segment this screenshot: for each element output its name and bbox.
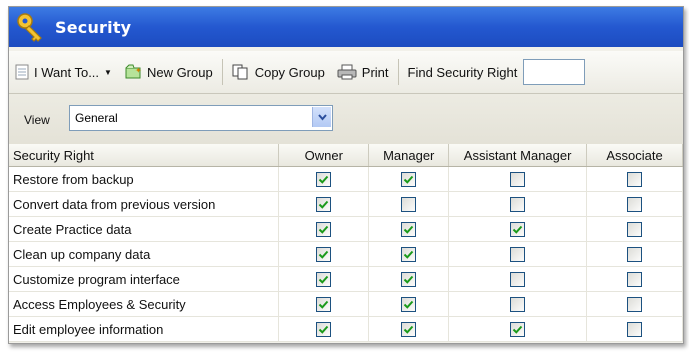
printer-icon [337, 64, 357, 80]
column-header-owner[interactable]: Owner [278, 144, 370, 167]
new-group-icon: ✦ [125, 64, 142, 79]
assistant-manager-checkbox[interactable] [510, 297, 526, 313]
i-want-to-label: I Want To... [34, 64, 100, 80]
security-right-name: Customize program interface [9, 266, 280, 292]
table-body: Restore from backup Convert data from pr… [9, 166, 683, 342]
associate-checkbox[interactable] [627, 222, 643, 238]
security-right-name: Clean up company data [9, 241, 280, 267]
key-icon [17, 13, 42, 42]
print-button[interactable]: Print [331, 57, 395, 87]
copy-icon [232, 64, 248, 80]
chevron-down-icon [317, 113, 327, 121]
copy-group-button[interactable]: Copy Group [226, 57, 331, 87]
view-select[interactable]: General [69, 105, 333, 131]
security-right-name: Restore from backup [9, 166, 280, 192]
table-row: Customize program interface [9, 266, 683, 292]
column-header-manager[interactable]: Manager [368, 144, 450, 167]
security-right-name: Create Practice data [9, 216, 280, 242]
new-group-button[interactable]: ✦ New Group [118, 57, 219, 87]
manager-checkbox[interactable] [401, 222, 417, 238]
owner-checkbox[interactable] [316, 247, 332, 263]
associate-checkbox[interactable] [627, 297, 643, 313]
associate-checkbox[interactable] [627, 172, 643, 188]
table-row: Edit employee information [9, 316, 683, 342]
manager-checkbox[interactable] [401, 322, 417, 338]
window-title: Security [55, 17, 132, 37]
table-row: Clean up company data [9, 241, 683, 267]
dropdown-caret-icon: ▼ [104, 67, 112, 77]
owner-checkbox[interactable] [316, 272, 332, 288]
column-header-security-right[interactable]: Security Right [9, 144, 280, 167]
owner-checkbox[interactable] [316, 322, 332, 338]
view-bar: View General [9, 94, 683, 145]
table-header-row: Security Right Owner Manager Assistant M… [9, 144, 683, 167]
assistant-manager-checkbox[interactable] [510, 197, 526, 213]
manager-checkbox[interactable] [401, 272, 417, 288]
view-selected-value: General [75, 111, 118, 125]
print-label: Print [361, 64, 389, 80]
security-right-name: Convert data from previous version [9, 191, 280, 217]
find-security-right: Find Security Right [402, 57, 592, 87]
document-icon [15, 64, 29, 80]
table-row: Convert data from previous version [9, 191, 683, 217]
manager-checkbox[interactable] [401, 197, 417, 213]
associate-checkbox[interactable] [627, 322, 643, 338]
manager-checkbox[interactable] [401, 172, 417, 188]
title-bar: Security [9, 7, 683, 47]
assistant-manager-checkbox[interactable] [510, 322, 526, 338]
manager-checkbox[interactable] [401, 247, 417, 263]
toolbar-separator [221, 59, 223, 85]
dropdown-button[interactable] [312, 107, 331, 127]
toolbar: I Want To... ▼ ✦ New Group Copy Group Pr… [9, 51, 683, 94]
new-group-label: New Group [146, 64, 213, 80]
owner-checkbox[interactable] [316, 197, 332, 213]
copy-group-label: Copy Group [254, 64, 325, 80]
find-security-right-label: Find Security Right [407, 64, 518, 80]
owner-checkbox[interactable] [316, 172, 332, 188]
security-right-name: Edit employee information [9, 316, 280, 342]
assistant-manager-checkbox[interactable] [510, 172, 526, 188]
find-security-right-input[interactable] [523, 59, 586, 85]
column-header-assistant-manager[interactable]: Assistant Manager [448, 144, 588, 167]
assistant-manager-checkbox[interactable] [510, 247, 526, 263]
table-row: Restore from backup [9, 166, 683, 192]
associate-checkbox[interactable] [627, 247, 643, 263]
table-row: Access Employees & Security [9, 291, 683, 317]
associate-checkbox[interactable] [627, 272, 643, 288]
assistant-manager-checkbox[interactable] [510, 222, 526, 238]
view-label: View [24, 113, 50, 127]
i-want-to-menu[interactable]: I Want To... ▼ [9, 57, 118, 87]
manager-checkbox[interactable] [401, 297, 417, 313]
owner-checkbox[interactable] [316, 222, 332, 238]
svg-text:✦: ✦ [135, 66, 142, 75]
assistant-manager-checkbox[interactable] [510, 272, 526, 288]
associate-checkbox[interactable] [627, 197, 643, 213]
security-window: Security I Want To... ▼ ✦ New Group Copy… [8, 6, 684, 344]
table-row: Create Practice data [9, 216, 683, 242]
security-rights-table: Security Right Owner Manager Assistant M… [9, 144, 683, 342]
toolbar-separator [397, 59, 399, 85]
security-right-name: Access Employees & Security [9, 291, 280, 317]
column-header-associate[interactable]: Associate [586, 144, 683, 167]
owner-checkbox[interactable] [316, 297, 332, 313]
